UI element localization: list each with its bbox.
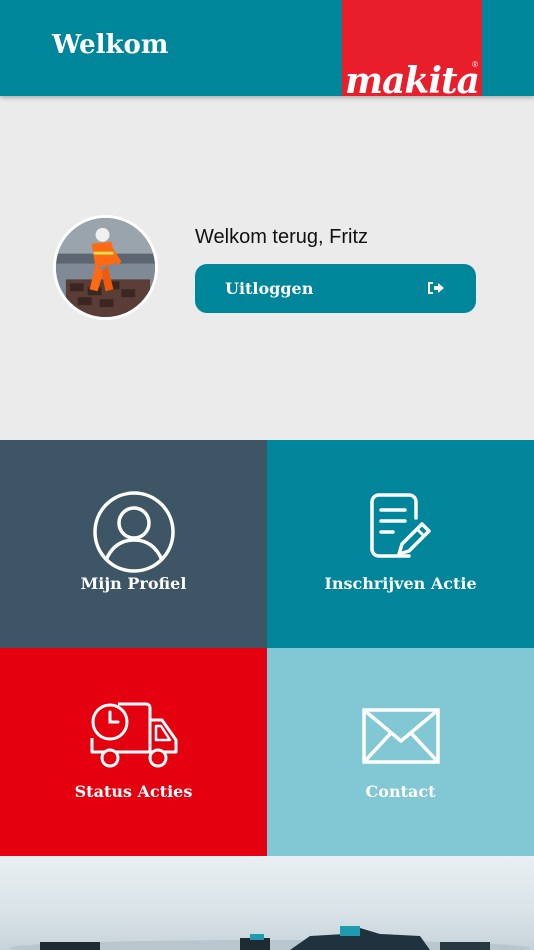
tile-mijn-profiel-label: Mijn Profiel [80,574,187,593]
tile-contact[interactable]: Contact [267,648,534,856]
logout-button-label: Uitloggen [225,279,314,298]
tile-inschrijven-actie-label: Inschrijven Actie [324,574,477,593]
logout-button[interactable]: Uitloggen [195,264,476,313]
app-header: Welkom makita ® [0,0,534,96]
tile-status-acties-label: Status Acties [74,782,193,801]
delivery-truck-clock-icon [90,702,177,768]
registered-mark: ® [472,60,478,69]
tile-inschrijven-actie[interactable]: Inschrijven Actie [267,440,534,648]
user-profile-icon [92,491,175,573]
product-banner [0,856,534,950]
page-title: Welkom [52,30,169,60]
makita-logo-text: makita [345,60,480,96]
sign-out-icon [428,282,444,294]
makita-logo: makita ® [342,0,482,96]
welcome-section: Welkom terug, Fritz Uitloggen [0,96,534,440]
power-tools-photo [10,926,530,950]
tile-mijn-profiel[interactable]: Mijn Profiel [0,440,267,648]
envelope-icon [361,708,440,764]
tile-contact-label: Contact [365,782,436,801]
avatar-photo [56,218,155,317]
document-edit-icon [369,493,431,558]
avatar[interactable] [53,215,158,320]
tile-status-acties[interactable]: Status Acties [0,648,267,856]
welcome-greeting: Welkom terug, Fritz [195,226,368,248]
